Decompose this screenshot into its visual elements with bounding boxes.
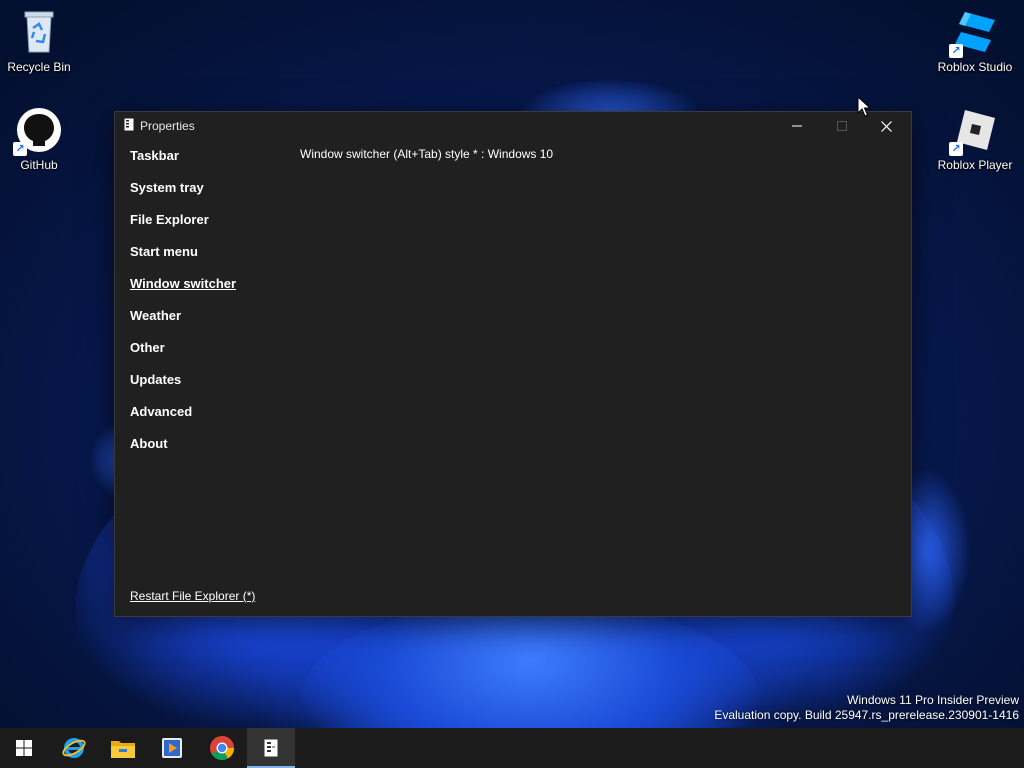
settings-nav: Taskbar System tray File Explorer Start … [130, 148, 236, 468]
mouse-cursor-icon [857, 96, 871, 117]
nav-item-weather[interactable]: Weather [130, 308, 236, 340]
taskbar-properties-app[interactable] [247, 728, 295, 768]
title-bar[interactable]: Properties [115, 112, 911, 140]
nav-item-about[interactable]: About [130, 436, 236, 468]
file-explorer-icon [111, 741, 135, 758]
desktop-icon-label: Recycle Bin [7, 60, 71, 74]
window-title: Properties [140, 119, 195, 133]
nav-item-file-explorer[interactable]: File Explorer [130, 212, 236, 244]
taskbar-internet-explorer[interactable] [50, 728, 98, 768]
desktop-icon-github[interactable]: ↗ GitHub [0, 106, 80, 172]
nav-item-system-tray[interactable]: System tray [130, 180, 236, 212]
internet-explorer-icon [62, 738, 86, 758]
maximize-icon [836, 121, 847, 131]
roblox-player-icon: ↗ [949, 106, 999, 156]
desktop-icon-label: Roblox Studio [937, 60, 1013, 74]
evaluation-watermark: Windows 11 Pro Insider Preview Evaluatio… [714, 693, 1019, 723]
window-switcher-style-setting[interactable]: Window switcher (Alt+Tab) style * : Wind… [300, 147, 553, 161]
nav-item-other[interactable]: Other [130, 340, 236, 372]
minimize-button[interactable] [774, 112, 819, 140]
nav-item-advanced[interactable]: Advanced [130, 404, 236, 436]
properties-app-icon [124, 118, 134, 131]
desktop-icon-recycle-bin[interactable]: Recycle Bin [0, 8, 80, 74]
properties-window: Properties Taskbar System tray File Expl… [114, 111, 912, 617]
watermark-line-2: Evaluation copy. Build 25947.rs_prerelea… [714, 708, 1019, 722]
restart-file-explorer-link[interactable]: Restart File Explorer (*) [130, 589, 255, 603]
properties-app-icon [264, 739, 278, 757]
media-player-icon [162, 738, 182, 758]
close-icon [881, 120, 892, 132]
taskbar [0, 728, 1024, 768]
recycle-bin-icon [15, 8, 63, 56]
watermark-line-1: Windows 11 Pro Insider Preview [847, 693, 1019, 707]
nav-item-window-switcher[interactable]: Window switcher [130, 276, 236, 308]
nav-item-start-menu[interactable]: Start menu [130, 244, 236, 276]
start-button[interactable] [0, 728, 48, 768]
roblox-studio-icon: ↗ [949, 8, 999, 58]
nav-item-updates[interactable]: Updates [130, 372, 236, 404]
github-icon: ↗ [13, 106, 63, 156]
desktop-icon-roblox-studio[interactable]: ↗ Roblox Studio [934, 8, 1016, 74]
taskbar-media-player[interactable] [148, 728, 196, 768]
chrome-icon [210, 736, 234, 761]
desktop-icon-label: Roblox Player [937, 158, 1013, 172]
taskbar-file-explorer[interactable] [99, 728, 147, 768]
minimize-icon [791, 125, 802, 127]
nav-item-taskbar[interactable]: Taskbar [130, 148, 236, 180]
taskbar-chrome[interactable] [198, 728, 246, 768]
windows-start-icon [16, 740, 32, 756]
desktop-icon-label: GitHub [20, 158, 58, 172]
desktop-icon-roblox-player[interactable]: ↗ Roblox Player [934, 106, 1016, 172]
